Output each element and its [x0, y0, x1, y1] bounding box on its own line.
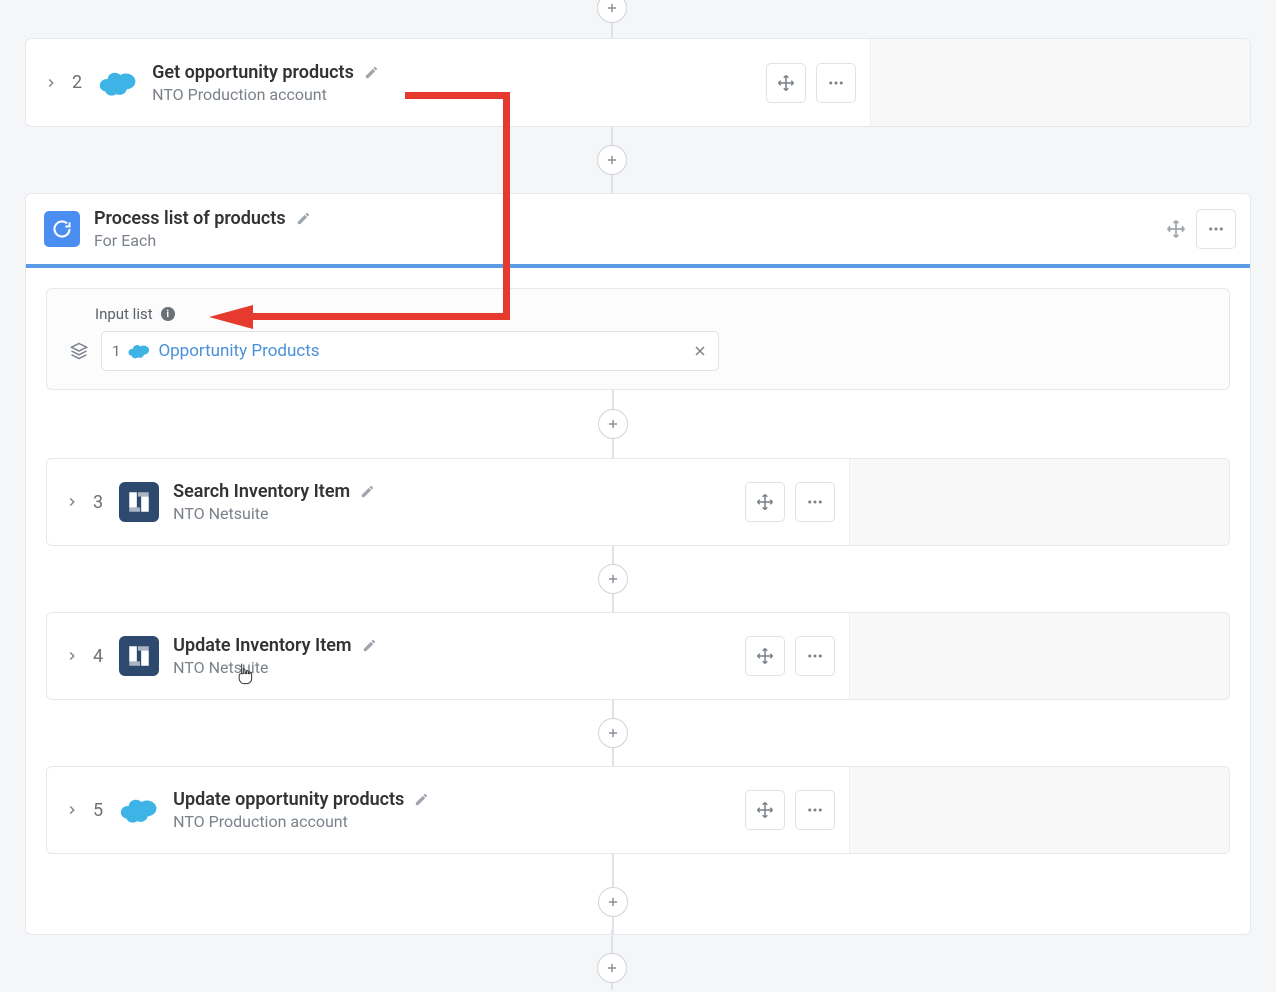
edit-icon[interactable] — [364, 65, 379, 80]
edit-icon[interactable] — [414, 792, 429, 807]
move-button[interactable] — [745, 790, 785, 830]
foreach-accent-strip — [26, 264, 1250, 268]
netsuite-icon — [119, 482, 159, 522]
netsuite-icon — [119, 636, 159, 676]
foreach-subtitle: For Each — [94, 231, 311, 250]
chevron-right-icon[interactable] — [65, 649, 79, 663]
input-list-label: Input list — [95, 305, 153, 323]
output-panel — [870, 39, 1250, 126]
step-title: Get opportunity products — [152, 62, 354, 83]
output-panel — [849, 459, 1229, 545]
input-list-pill[interactable]: 1 Opportunity Products — [101, 331, 719, 371]
salesforce-icon — [98, 63, 138, 103]
more-button[interactable] — [795, 790, 835, 830]
input-list-card: Input list i 1 Opportunity Products — [46, 288, 1230, 390]
edit-icon[interactable] — [296, 211, 311, 226]
step-number: 5 — [93, 800, 103, 821]
step-number: 3 — [93, 492, 103, 513]
move-button[interactable] — [1156, 209, 1196, 249]
output-panel — [849, 767, 1229, 853]
move-button[interactable] — [745, 636, 785, 676]
clear-icon[interactable] — [692, 343, 708, 359]
add-step-button[interactable] — [598, 564, 628, 594]
more-button[interactable] — [795, 636, 835, 676]
add-step-button[interactable] — [598, 718, 628, 748]
layers-icon — [69, 341, 89, 361]
chevron-right-icon[interactable] — [65, 495, 79, 509]
step-title: Update Inventory Item — [173, 635, 351, 656]
info-icon[interactable]: i — [161, 307, 175, 321]
foreach-card: Process list of products For Each Input … — [25, 193, 1251, 935]
output-panel — [849, 613, 1229, 699]
pill-text: Opportunity Products — [158, 341, 684, 361]
chevron-right-icon[interactable] — [65, 803, 79, 817]
salesforce-icon — [128, 343, 150, 359]
edit-icon[interactable] — [360, 484, 375, 499]
edit-icon[interactable] — [362, 638, 377, 653]
add-step-button[interactable] — [597, 953, 627, 983]
chevron-right-icon[interactable] — [44, 76, 58, 90]
step-subtitle: NTO Netsuite — [173, 658, 376, 677]
foreach-title: Process list of products — [94, 208, 286, 229]
add-step-button[interactable] — [597, 0, 627, 23]
more-button[interactable] — [1196, 209, 1236, 249]
more-button[interactable] — [795, 482, 835, 522]
step-title: Update opportunity products — [173, 789, 404, 810]
step-subtitle: NTO Production account — [152, 85, 379, 104]
step-card-4[interactable]: 4 Update Inventory Item NTO Netsuite — [46, 612, 1230, 700]
step-subtitle: NTO Production account — [173, 812, 429, 831]
add-step-button[interactable] — [598, 887, 628, 917]
move-button[interactable] — [766, 63, 806, 103]
step-subtitle: NTO Netsuite — [173, 504, 375, 523]
add-step-button[interactable] — [598, 409, 628, 439]
step-number: 4 — [93, 646, 103, 667]
step-card-2[interactable]: 2 Get opportunity products NTO Productio… — [25, 38, 1251, 127]
step-title: Search Inventory Item — [173, 481, 350, 502]
salesforce-icon — [119, 790, 159, 830]
more-button[interactable] — [816, 63, 856, 103]
step-card-5[interactable]: 5 Update opportunity products NTO Produc… — [46, 766, 1230, 854]
pill-step-number: 1 — [112, 342, 120, 360]
step-card-3[interactable]: 3 Search Inventory Item NTO Netsuite — [46, 458, 1230, 546]
step-number: 2 — [72, 72, 82, 93]
loop-icon — [44, 211, 80, 247]
move-button[interactable] — [745, 482, 785, 522]
add-step-button[interactable] — [597, 145, 627, 175]
